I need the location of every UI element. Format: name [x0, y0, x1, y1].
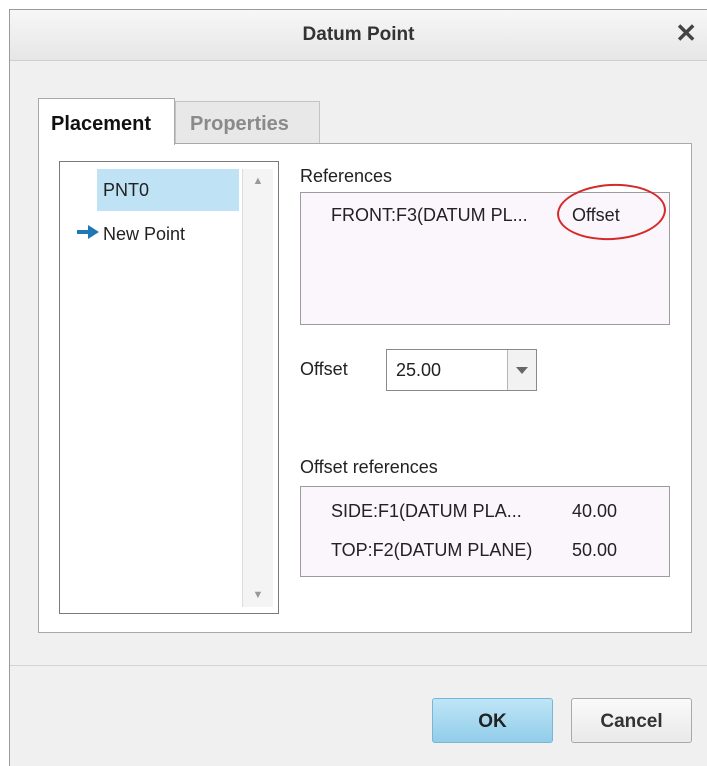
arrow-right-icon [77, 225, 99, 239]
offset-combobox[interactable]: 25.00 [386, 349, 537, 391]
title-bar: Datum Point ✕ [10, 10, 707, 61]
offset-references-label: Offset references [300, 457, 438, 477]
offset-dropdown-button[interactable] [507, 350, 536, 390]
cancel-button[interactable]: Cancel [571, 698, 692, 743]
datum-point-dialog: Datum Point ✕ Placement Properties PNT0 … [9, 9, 707, 766]
points-list[interactable]: PNT0 New Point ▲ ▼ [59, 161, 279, 614]
offset-reference-name[interactable]: TOP:F2(DATUM PLANE) [331, 540, 532, 561]
offset-references-box[interactable]: SIDE:F1(DATUM PLA... 40.00 TOP:F2(DATUM … [300, 486, 670, 577]
scroll-up-icon[interactable]: ▲ [243, 169, 273, 193]
offset-reference-value[interactable]: 40.00 [572, 501, 617, 522]
offset-reference-value[interactable]: 50.00 [572, 540, 617, 561]
footer-divider [10, 665, 707, 666]
list-scrollbar[interactable]: ▲ ▼ [242, 169, 273, 607]
references-label: References [300, 166, 393, 186]
close-icon[interactable]: ✕ [675, 20, 697, 46]
offset-reference-name[interactable]: SIDE:F1(DATUM PLA... [331, 501, 522, 522]
list-item-new-point[interactable]: New Point [103, 224, 185, 245]
tab-properties[interactable]: Properties [175, 101, 320, 143]
ok-button[interactable]: OK [432, 698, 553, 743]
dialog-title: Datum Point [302, 24, 415, 45]
chevron-down-icon [516, 367, 528, 374]
offset-value[interactable]: 25.00 [396, 360, 441, 381]
scroll-down-icon[interactable]: ▼ [243, 583, 273, 607]
offset-label: Offset [300, 359, 348, 379]
tab-placement[interactable]: Placement [38, 98, 175, 145]
reference-name[interactable]: FRONT:F3(DATUM PL... [331, 205, 528, 226]
list-item-pnt0[interactable]: PNT0 [103, 180, 149, 201]
